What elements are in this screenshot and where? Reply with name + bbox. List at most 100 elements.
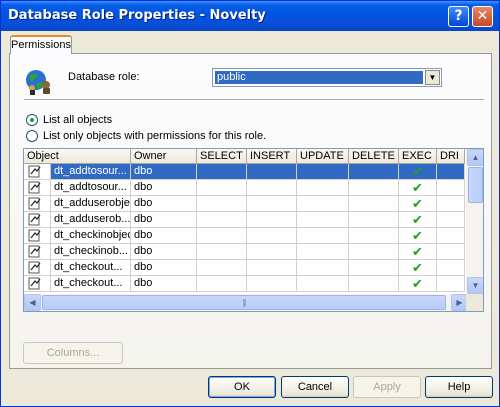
table-row[interactable]: dt_checkinob... dbo ✔ [24, 244, 465, 260]
delete-checkbox[interactable] [349, 260, 399, 276]
table-row[interactable]: dt_addtosour... dbo ✔ [24, 164, 465, 180]
chevron-down-icon[interactable]: ▼ [425, 70, 440, 85]
column-header-delete[interactable]: DELETE [349, 149, 399, 164]
select-checkbox[interactable] [197, 164, 247, 180]
object-icon-cell [24, 180, 51, 196]
select-checkbox[interactable] [197, 180, 247, 196]
database-role-select[interactable]: public ▼ [212, 68, 442, 87]
table-row[interactable]: dt_checkout... dbo ✔ [24, 276, 465, 292]
select-checkbox[interactable] [197, 244, 247, 260]
delete-checkbox[interactable] [349, 276, 399, 292]
select-checkbox[interactable] [197, 196, 247, 212]
insert-checkbox[interactable] [247, 276, 297, 292]
object-icon-cell [24, 276, 51, 292]
permissions-grid[interactable]: Object Owner SELECT INSERT UPDATE DELETE… [23, 148, 484, 312]
table-row[interactable]: dt_adduserob... dbo ✔ [24, 212, 465, 228]
ok-button[interactable]: OK [208, 376, 276, 398]
insert-checkbox[interactable] [247, 164, 297, 180]
chevron-left-icon[interactable]: ◀ [24, 294, 41, 311]
object-name: dt_adduserobject [51, 196, 131, 212]
title-help-button[interactable]: ? [448, 6, 469, 27]
delete-checkbox[interactable] [349, 212, 399, 228]
exec-checkbox[interactable]: ✔ [399, 276, 437, 292]
delete-checkbox[interactable] [349, 244, 399, 260]
update-checkbox[interactable] [297, 276, 349, 292]
exec-checkbox[interactable]: ✔ [399, 164, 437, 180]
update-checkbox[interactable] [297, 228, 349, 244]
dri-checkbox[interactable] [437, 164, 465, 180]
select-checkbox[interactable] [197, 228, 247, 244]
update-checkbox[interactable] [297, 244, 349, 260]
divider [24, 99, 484, 101]
horizontal-scroll-thumb[interactable]: ||| [42, 295, 446, 310]
update-checkbox[interactable] [297, 196, 349, 212]
select-checkbox[interactable] [197, 276, 247, 292]
scrollbar-corner [466, 294, 483, 311]
exec-checkbox[interactable]: ✔ [399, 180, 437, 196]
exec-checkbox[interactable]: ✔ [399, 260, 437, 276]
column-header-update[interactable]: UPDATE [297, 149, 349, 164]
window-title: Database Role Properties - Novelty [8, 8, 266, 23]
title-bar[interactable]: Database Role Properties - Novelty ? ✕ [1, 1, 499, 31]
horizontal-scrollbar[interactable]: ◀ ||| ▶ [24, 294, 468, 311]
dri-checkbox[interactable] [437, 228, 465, 244]
columns-button[interactable]: Columns... [23, 342, 123, 364]
update-checkbox[interactable] [297, 164, 349, 180]
insert-checkbox[interactable] [247, 228, 297, 244]
column-header-dri[interactable]: DRI [437, 149, 465, 164]
update-checkbox[interactable] [297, 212, 349, 228]
column-header-owner[interactable]: Owner [131, 149, 197, 164]
table-row[interactable]: dt_checkinobject dbo ✔ [24, 228, 465, 244]
column-header-select[interactable]: SELECT [197, 149, 247, 164]
delete-checkbox[interactable] [349, 180, 399, 196]
exec-checkbox[interactable]: ✔ [399, 212, 437, 228]
column-header-insert[interactable]: INSERT [247, 149, 297, 164]
column-header-exec[interactable]: EXEC [399, 149, 437, 164]
close-button[interactable]: ✕ [472, 6, 493, 27]
grid-rows: dt_addtosour... dbo ✔ dt_addtosour... db… [24, 164, 465, 292]
dri-checkbox[interactable] [437, 276, 465, 292]
update-checkbox[interactable] [297, 260, 349, 276]
table-row[interactable]: dt_adduserobject dbo ✔ [24, 196, 465, 212]
object-icon-cell [24, 196, 51, 212]
table-row[interactable]: dt_addtosour... dbo ✔ [24, 180, 465, 196]
dri-checkbox[interactable] [437, 260, 465, 276]
table-row[interactable]: dt_checkout... dbo ✔ [24, 260, 465, 276]
dri-checkbox[interactable] [437, 196, 465, 212]
delete-checkbox[interactable] [349, 164, 399, 180]
insert-checkbox[interactable] [247, 196, 297, 212]
update-checkbox[interactable] [297, 180, 349, 196]
exec-checkbox[interactable]: ✔ [399, 228, 437, 244]
radio-label: List only objects with permissions for t… [43, 130, 267, 143]
delete-checkbox[interactable] [349, 228, 399, 244]
insert-checkbox[interactable] [247, 260, 297, 276]
chevron-up-icon[interactable]: ▲ [467, 149, 483, 166]
delete-checkbox[interactable] [349, 196, 399, 212]
select-checkbox[interactable] [197, 212, 247, 228]
help-button[interactable]: Help [425, 376, 493, 398]
radio-list-only-with-permissions[interactable]: List only objects with permissions for t… [26, 130, 266, 144]
stored-procedure-icon [28, 229, 41, 242]
check-icon: ✔ [412, 196, 423, 211]
check-icon: ✔ [412, 180, 423, 195]
check-icon: ✔ [412, 212, 423, 227]
radio-button-checked[interactable] [26, 114, 38, 127]
insert-checkbox[interactable] [247, 180, 297, 196]
chevron-down-icon[interactable]: ▼ [467, 277, 483, 294]
exec-checkbox[interactable]: ✔ [399, 196, 437, 212]
select-checkbox[interactable] [197, 260, 247, 276]
radio-button[interactable] [26, 130, 38, 143]
vertical-scroll-thumb[interactable] [468, 167, 483, 203]
insert-checkbox[interactable] [247, 212, 297, 228]
insert-checkbox[interactable] [247, 244, 297, 260]
dri-checkbox[interactable] [437, 180, 465, 196]
vertical-scrollbar[interactable]: ▲ ▼ [466, 149, 483, 294]
dri-checkbox[interactable] [437, 244, 465, 260]
tab-permissions[interactable]: Permissions [10, 35, 72, 54]
cancel-button[interactable]: Cancel [281, 376, 349, 398]
radio-list-all-objects[interactable]: List all objects [26, 114, 112, 128]
apply-button[interactable]: Apply [353, 376, 421, 398]
column-header-object[interactable]: Object [24, 149, 131, 164]
exec-checkbox[interactable]: ✔ [399, 244, 437, 260]
dri-checkbox[interactable] [437, 212, 465, 228]
